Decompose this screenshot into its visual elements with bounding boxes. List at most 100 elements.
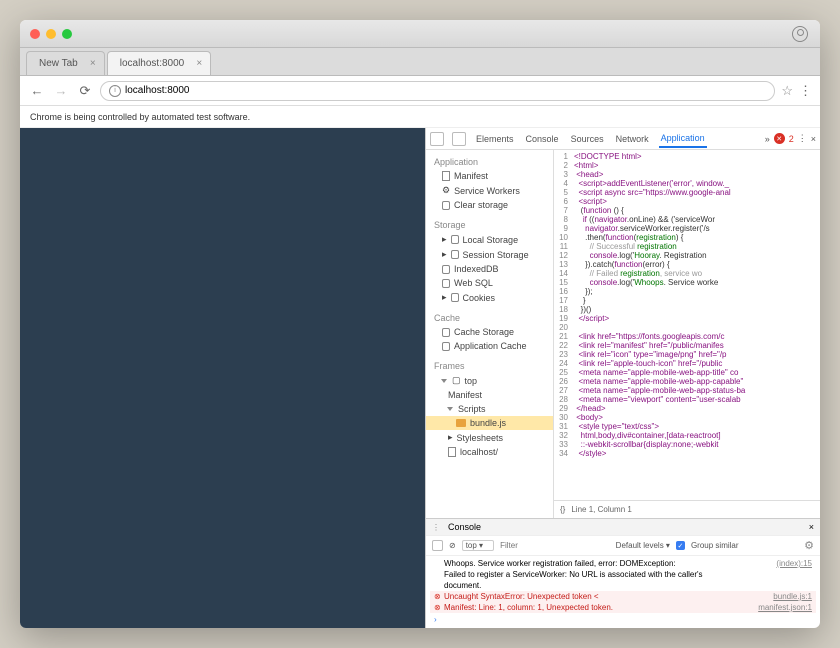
tab-elements[interactable]: Elements — [474, 131, 516, 147]
sidebar-item-cookies[interactable]: ▸ Cookies — [426, 290, 553, 305]
code-line[interactable]: 26 <meta name="apple-mobile-web-app-capa… — [554, 377, 820, 386]
page-viewport[interactable] — [20, 128, 425, 628]
clear-console-icon[interactable]: ⊘ — [449, 541, 456, 550]
code-line[interactable]: 24 <link rel="apple-touch-icon" href="/p… — [554, 359, 820, 368]
console-output[interactable]: Whoops. Service worker registration fail… — [426, 556, 820, 628]
source-code-pane[interactable]: 1<!DOCTYPE html>2<html>3 <head>4 <script… — [554, 150, 820, 500]
close-icon[interactable]: × — [196, 58, 202, 69]
show-sidebar-icon[interactable] — [432, 540, 443, 551]
close-icon[interactable]: × — [90, 58, 96, 69]
code-line[interactable]: 6 <script> — [554, 197, 820, 206]
console-message[interactable]: ⊗Manifest: Line: 1, column: 1, Unexpecte… — [430, 602, 816, 613]
devtools-menu-icon[interactable]: ⋮ — [798, 133, 807, 144]
console-drawer-header[interactable]: ⋮ Console × — [426, 518, 820, 536]
filter-input[interactable] — [500, 541, 550, 550]
code-line[interactable]: 14 // Failed registration, service wo — [554, 269, 820, 278]
console-title: Console — [448, 522, 481, 532]
code-line[interactable]: 32 html,body,div#container,[data-reactro… — [554, 431, 820, 440]
code-line[interactable]: 25 <meta name="apple-mobile-web-app-titl… — [554, 368, 820, 377]
frame-top[interactable]: ▢ top — [426, 373, 553, 388]
code-line[interactable]: 27 <meta name="apple-mobile-web-app-stat… — [554, 386, 820, 395]
code-line[interactable]: 5 <script async src="https://www.google-… — [554, 188, 820, 197]
sidebar-item-indexeddb[interactable]: IndexedDB — [426, 262, 553, 276]
code-line[interactable]: 34 </style> — [554, 449, 820, 458]
code-line[interactable]: 2<html> — [554, 161, 820, 170]
devtools-close-icon[interactable]: × — [811, 134, 816, 144]
frame-manifest[interactable]: Manifest — [426, 388, 553, 402]
console-message[interactable]: Whoops. Service worker registration fail… — [430, 558, 816, 569]
braces-icon[interactable]: {} — [560, 505, 565, 514]
code-line[interactable]: 11 // Successful registration — [554, 242, 820, 251]
code-line[interactable]: 3 <head> — [554, 170, 820, 179]
reload-button[interactable]: ⟳ — [76, 82, 94, 100]
sidebar-item-manifest[interactable]: Manifest — [426, 169, 553, 183]
code-line[interactable]: 28 <meta name="viewport" content="user-s… — [554, 395, 820, 404]
bookmark-icon[interactable]: ☆ — [781, 83, 793, 99]
tab-sources[interactable]: Sources — [569, 131, 606, 147]
code-line[interactable]: 10 .then(function(registration) { — [554, 233, 820, 242]
code-line[interactable]: 29 </head> — [554, 404, 820, 413]
tab-application[interactable]: Application — [659, 130, 707, 148]
address-input[interactable]: i localhost:8000 — [100, 81, 775, 101]
sidebar-item-cache-storage[interactable]: Cache Storage — [426, 325, 553, 339]
profile-icon[interactable] — [792, 26, 808, 42]
sidebar-item-session-storage[interactable]: ▸ Session Storage — [426, 247, 553, 262]
sidebar-item-websql[interactable]: Web SQL — [426, 276, 553, 290]
source-link[interactable]: manifest.json:1 — [758, 603, 812, 612]
code-line[interactable]: 19 </script> — [554, 314, 820, 323]
sidebar-item-local-storage[interactable]: ▸ Local Storage — [426, 232, 553, 247]
code-line[interactable]: 15 console.log('Whoops. Service worke — [554, 278, 820, 287]
inspect-element-icon[interactable] — [430, 132, 444, 146]
maximize-window-button[interactable] — [62, 29, 72, 39]
code-line[interactable]: 12 console.log('Hooray. Registration — [554, 251, 820, 260]
more-tabs-icon[interactable]: » — [765, 134, 770, 144]
back-button[interactable]: ← — [28, 82, 46, 100]
browser-tab-localhost[interactable]: localhost:8000 × — [107, 51, 212, 75]
cookie-icon — [451, 293, 459, 302]
group-similar-checkbox[interactable]: ✓ — [676, 541, 685, 550]
context-select[interactable]: top ▾ — [462, 540, 494, 551]
console-close-icon[interactable]: × — [809, 522, 814, 532]
sidebar-item-service-workers[interactable]: ⚙Service Workers — [426, 183, 553, 198]
close-window-button[interactable] — [30, 29, 40, 39]
code-line[interactable]: 8 if ((navigator.onLine) && ('serviceWor — [554, 215, 820, 224]
device-toggle-icon[interactable] — [452, 132, 466, 146]
console-message[interactable]: document. — [430, 580, 816, 591]
source-link[interactable]: (index):15 — [776, 559, 812, 568]
frame-localhost[interactable]: localhost/ — [426, 445, 553, 459]
code-line[interactable]: 4 <script>addEventListener('error', wind… — [554, 179, 820, 188]
site-info-icon[interactable]: i — [109, 85, 121, 97]
file-bundle-js[interactable]: bundle.js — [426, 416, 553, 430]
minimize-window-button[interactable] — [46, 29, 56, 39]
console-prompt[interactable]: › — [430, 613, 816, 626]
settings-icon[interactable]: ⚙ — [804, 539, 814, 552]
code-line[interactable]: 13 }).catch(function(error) { — [554, 260, 820, 269]
console-message[interactable]: Failed to register a ServiceWorker: No U… — [430, 569, 816, 580]
sidebar-item-clear-storage[interactable]: Clear storage — [426, 198, 553, 212]
code-line[interactable]: 7 (function () { — [554, 206, 820, 215]
frame-stylesheets[interactable]: ▸ Stylesheets — [426, 430, 553, 445]
code-line[interactable]: 21 <link href="https://fonts.googleapis.… — [554, 332, 820, 341]
code-line[interactable]: 23 <link rel="icon" type="image/png" hre… — [554, 350, 820, 359]
tab-console[interactable]: Console — [524, 131, 561, 147]
code-line[interactable]: 31 <style type="text/css"> — [554, 422, 820, 431]
code-line[interactable]: 1<!DOCTYPE html> — [554, 152, 820, 161]
code-line[interactable]: 17 } — [554, 296, 820, 305]
tab-network[interactable]: Network — [614, 131, 651, 147]
browser-tab-newtab[interactable]: New Tab × — [26, 51, 105, 75]
code-line[interactable]: 20 — [554, 323, 820, 332]
error-count-badge[interactable]: ✕ — [774, 133, 785, 144]
forward-button[interactable]: → — [52, 82, 70, 100]
menu-icon[interactable]: ⋮ — [799, 83, 812, 99]
code-line[interactable]: 22 <link rel="manifest" href="/public/ma… — [554, 341, 820, 350]
code-line[interactable]: 30 <body> — [554, 413, 820, 422]
sidebar-item-appcache[interactable]: Application Cache — [426, 339, 553, 353]
code-line[interactable]: 33 ::-webkit-scrollbar{display:none;-web… — [554, 440, 820, 449]
source-link[interactable]: bundle.js:1 — [773, 592, 812, 601]
code-line[interactable]: 18 })() — [554, 305, 820, 314]
code-line[interactable]: 9 navigator.serviceWorker.register('/s — [554, 224, 820, 233]
levels-select[interactable]: Default levels ▾ — [616, 541, 670, 550]
code-line[interactable]: 16 }); — [554, 287, 820, 296]
console-message[interactable]: ⊗Uncaught SyntaxError: Unexpected token … — [430, 591, 816, 602]
frame-scripts[interactable]: Scripts — [426, 402, 553, 416]
